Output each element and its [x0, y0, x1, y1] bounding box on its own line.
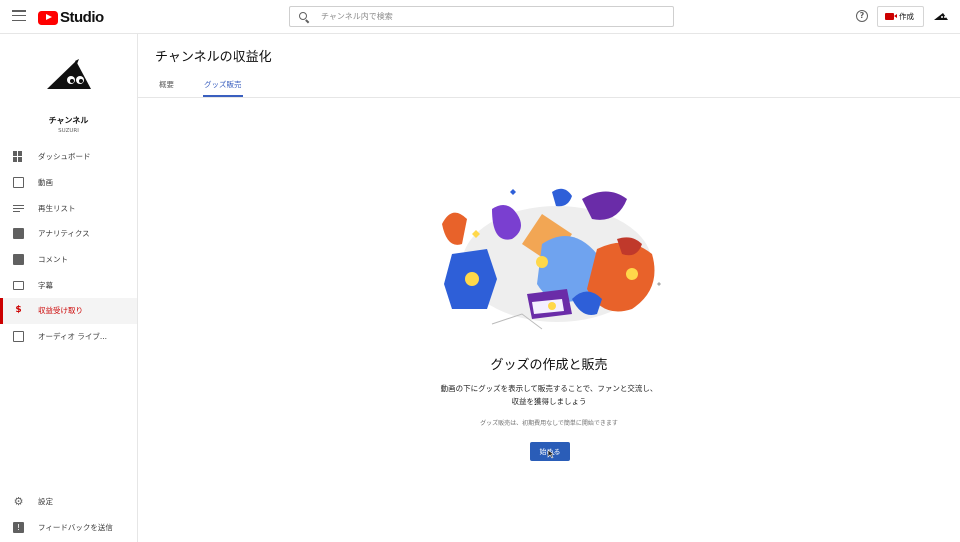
audio-library-icon [13, 331, 24, 343]
sidebar-item-playlists[interactable]: 再生リスト [0, 195, 137, 221]
menu-icon[interactable] [12, 10, 26, 22]
tab-bar: 概要 グッズ販売 [138, 72, 960, 98]
search-input[interactable] [321, 12, 651, 21]
description-line: 収益を獲得しましょう [511, 397, 587, 406]
help-icon[interactable]: ? [856, 10, 868, 22]
sidebar-item-label: 字幕 [38, 280, 53, 290]
sidebar-item-feedback[interactable]: ! フィードバックを送信 [0, 515, 137, 541]
section-heading: グッズの作成と販売 [490, 358, 608, 373]
main-content: チャンネルの収益化 概要 グッズ販売 グッズの作成と販売 動画の下にグッズを表示… [138, 34, 960, 542]
mouse-cursor-icon [547, 449, 555, 459]
studio-logo[interactable]: Studio [38, 9, 104, 26]
video-camera-icon [885, 13, 897, 20]
page-title: チャンネルの収益化 [155, 50, 272, 65]
subtitles-icon [13, 280, 24, 290]
top-header: Studio ? 作成 [0, 0, 960, 34]
video-icon [13, 177, 24, 189]
channel-subtitle: SUZURI [58, 128, 79, 134]
channel-avatar[interactable] [46, 58, 92, 92]
sidebar: チャンネル SUZURI ダッシュボード 動画 再生リスト アナリティクス コメ… [0, 34, 138, 542]
sidebar-item-label: 再生リスト [38, 203, 76, 213]
description-line: 動画の下にグッズを表示して販売することで、ファンと交流し、 [440, 384, 658, 393]
sidebar-item-label: 設定 [38, 497, 53, 507]
analytics-icon [13, 228, 24, 240]
merchandise-illustration [442, 188, 661, 330]
sidebar-item-label: ダッシュボード [38, 152, 91, 162]
logo-text: Studio [60, 9, 104, 26]
sidebar-item-label: 動画 [38, 178, 53, 188]
comment-icon [13, 254, 24, 266]
sidebar-item-settings[interactable]: ⚙ 設定 [0, 489, 137, 515]
search-box[interactable] [289, 6, 674, 27]
sidebar-item-label: フィードバックを送信 [38, 523, 113, 533]
feedback-icon: ! [13, 522, 24, 534]
youtube-logo-icon [38, 10, 58, 25]
sidebar-item-label: オーディオ ライブ... [38, 332, 108, 342]
search-icon[interactable] [299, 11, 309, 22]
account-avatar[interactable] [934, 12, 948, 20]
sidebar-bottom-nav: ⚙ 設定 ! フィードバックを送信 [0, 489, 137, 540]
sidebar-nav: ダッシュボード 動画 再生リスト アナリティクス コメント 字幕 $ 収益受け取… [0, 144, 137, 350]
sidebar-item-audio-library[interactable]: オーディオ ライブ... [0, 324, 137, 350]
sidebar-item-label: コメント [38, 255, 68, 265]
section-description: 動画の下にグッズを表示して販売することで、ファンと交流し、 収益を獲得しましょう [138, 382, 960, 408]
sidebar-item-dashboard[interactable]: ダッシュボード [0, 144, 137, 170]
sidebar-item-label: アナリティクス [38, 229, 90, 239]
sidebar-item-label: 収益受け取り [38, 306, 83, 316]
sidebar-item-videos[interactable]: 動画 [0, 170, 137, 196]
active-tab-indicator [203, 95, 243, 97]
playlist-icon [13, 203, 24, 214]
section-note: グッズ販売は、初期費用なしで簡単に開始できます [480, 420, 618, 427]
dashboard-icon [13, 151, 24, 163]
sidebar-item-analytics[interactable]: アナリティクス [0, 221, 137, 247]
sidebar-item-subtitles[interactable]: 字幕 [0, 272, 137, 298]
tab-overview[interactable]: 概要 [159, 79, 174, 90]
gear-icon: ⚙ [13, 495, 24, 509]
tab-merchandise[interactable]: グッズ販売 [204, 79, 242, 90]
sidebar-item-comments[interactable]: コメント [0, 247, 137, 273]
channel-name: チャンネル [48, 116, 89, 125]
sidebar-item-monetization[interactable]: $ 収益受け取り [0, 298, 137, 324]
create-label: 作成 [899, 12, 914, 21]
dollar-icon: $ [15, 305, 22, 316]
create-button[interactable]: 作成 [877, 6, 924, 27]
